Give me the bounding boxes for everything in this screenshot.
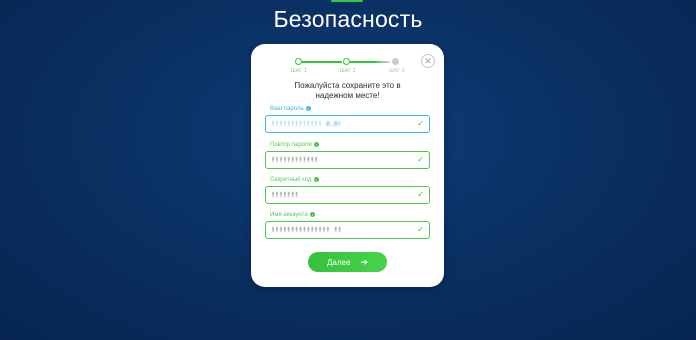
repeat-password-field[interactable]: !!!!!!!!!!!! ✓ <box>265 151 430 169</box>
account-name-label-text: Имя аккаунта <box>270 212 308 219</box>
info-icon[interactable]: i <box>305 106 311 111</box>
password-field[interactable]: !!!!!!!!!!!!! 0.0! ✓ <box>265 115 430 133</box>
step-3-dot <box>392 58 399 65</box>
repeat-password-value: !!!!!!!!!!!! <box>271 156 318 164</box>
info-icon[interactable]: i <box>313 142 319 147</box>
password-label-text: Ваш пароль <box>270 106 304 113</box>
step-1-label: ШАГ 1 <box>291 68 307 74</box>
step-3-label: ШАГ 3 <box>389 68 405 74</box>
arrow-right-icon: ➔ <box>360 257 368 267</box>
step-2-line <box>350 61 390 63</box>
next-button[interactable]: Далее ➔ <box>308 252 387 272</box>
notice-line-1: Пожалуйста сохраните это в <box>294 81 401 90</box>
password-value: !!!!!!!!!!!!! 0.0! <box>271 120 342 128</box>
step-1-line <box>302 61 342 63</box>
checkmark-icon: ✓ <box>417 155 424 164</box>
notice-line-2: надежном месте! <box>315 91 380 100</box>
step-2-label: ШАГ 2 <box>340 68 356 74</box>
save-notice: Пожалуйста сохраните это в надежном мест… <box>271 81 424 101</box>
page-title: Безопасность <box>273 6 423 32</box>
info-icon[interactable]: i <box>309 212 315 217</box>
top-accent-bar <box>331 0 363 2</box>
step-1-dot <box>295 58 302 65</box>
secret-code-label-text: Секретный код <box>270 177 312 184</box>
checkmark-icon: ✓ <box>417 225 424 234</box>
checkmark-icon: ✓ <box>417 190 424 199</box>
secret-code-label: Секретный код i <box>270 177 319 183</box>
step-2-dot <box>343 58 350 65</box>
info-icon[interactable]: i <box>313 177 319 182</box>
stepper: ШАГ 1 ШАГ 2 ШАГ 3 <box>251 44 444 78</box>
security-card: ✕ ШАГ 1 ШАГ 2 ШАГ 3 Пожалуйста сохраните… <box>251 44 444 287</box>
account-name-field[interactable]: !!!!!!!!!!!!!!! !! ✓ <box>265 221 430 239</box>
account-name-label: Имя аккаунта i <box>270 212 315 218</box>
secret-code-field[interactable]: !!!!!!! ✓ <box>265 186 430 204</box>
password-label: Ваш пароль i <box>270 106 311 112</box>
next-button-label: Далее <box>327 258 351 267</box>
repeat-password-label-text: Повтор пароля <box>270 142 312 149</box>
secret-code-value: !!!!!!! <box>271 191 299 199</box>
checkmark-icon: ✓ <box>417 119 424 128</box>
repeat-password-label: Повтор пароля i <box>270 142 319 148</box>
account-name-value: !!!!!!!!!!!!!!! !! <box>271 226 342 234</box>
